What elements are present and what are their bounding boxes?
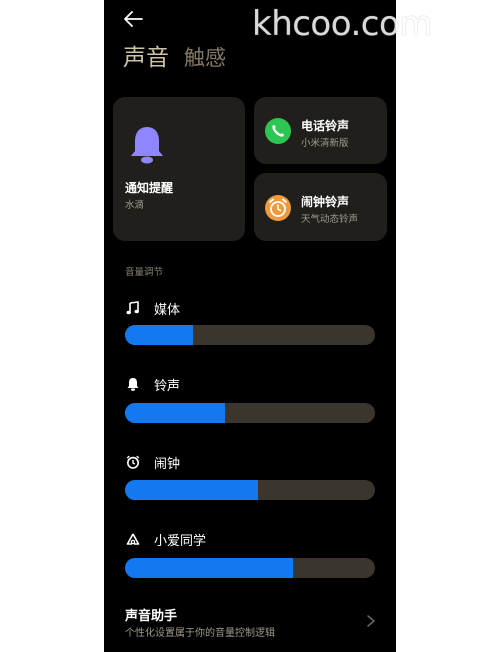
notification-sound-card[interactable]: 通知提醒 水滴 <box>113 97 245 241</box>
ringtone-volume-label: 铃声 <box>126 374 180 394</box>
arrow-left-icon[interactable] <box>122 8 144 30</box>
chevron-right-icon[interactable] <box>366 614 376 628</box>
alarm-volume-slider[interactable] <box>125 480 375 500</box>
volume-section-label: 音量调节 <box>125 267 164 278</box>
ringtone-card-subtitle: 小米清新版 <box>301 138 349 149</box>
ringtone-volume-slider[interactable] <box>125 403 375 423</box>
alarm-card-subtitle: 天气动态铃声 <box>301 214 359 225</box>
phone-ringtone-card[interactable]: 电话铃声 小米清新版 <box>254 97 387 164</box>
ringtone-card-title: 电话铃声 <box>301 119 350 133</box>
media-label-text: 媒体 <box>154 302 181 318</box>
xiaoai-icon <box>126 533 140 545</box>
bell-icon <box>127 378 139 391</box>
alarm-volume-fill <box>125 480 258 500</box>
media-volume-slider[interactable] <box>125 325 375 345</box>
sound-assistant-subtitle: 个性化设置属于你的音量控制逻辑 <box>125 628 275 639</box>
media-volume-fill <box>125 325 193 345</box>
alarm-volume-label: 闹钟 <box>126 452 180 472</box>
watermark: khcoo.com <box>252 4 432 44</box>
xiaoai-volume-label: 小爱同学 <box>126 529 206 549</box>
phone-icon <box>265 118 291 144</box>
alarm-card-title: 闹钟铃声 <box>301 195 350 209</box>
tab-haptics[interactable]: 触感 <box>184 40 226 76</box>
alarm-label-text: 闹钟 <box>154 456 181 472</box>
media-volume-label: 媒体 <box>126 298 180 318</box>
alarm-clock-icon <box>126 455 140 469</box>
alarm-ringtone-card[interactable]: 闹钟铃声 天气动态铃声 <box>254 173 387 241</box>
xiaoai-label-text: 小爱同学 <box>154 533 207 549</box>
sound-assistant-title[interactable]: 声音助手 <box>125 605 177 624</box>
notification-card-subtitle: 水滴 <box>125 200 145 211</box>
bell-icon <box>131 127 163 164</box>
xiaoai-volume-fill <box>125 558 293 578</box>
sound-settings-screen: 声音 触感 通知提醒 水滴 电话铃声 小米清新版 闹钟铃声 天气动态铃声 音量调… <box>104 0 396 652</box>
ringtone-volume-fill <box>125 403 225 423</box>
ringtone-label-text: 铃声 <box>154 378 181 394</box>
xiaoai-volume-slider[interactable] <box>125 558 375 578</box>
music-note-icon <box>126 301 139 315</box>
alarm-clock-icon <box>265 195 291 221</box>
notification-card-title: 通知提醒 <box>125 181 174 195</box>
tab-sound[interactable]: 声音 <box>123 40 169 76</box>
